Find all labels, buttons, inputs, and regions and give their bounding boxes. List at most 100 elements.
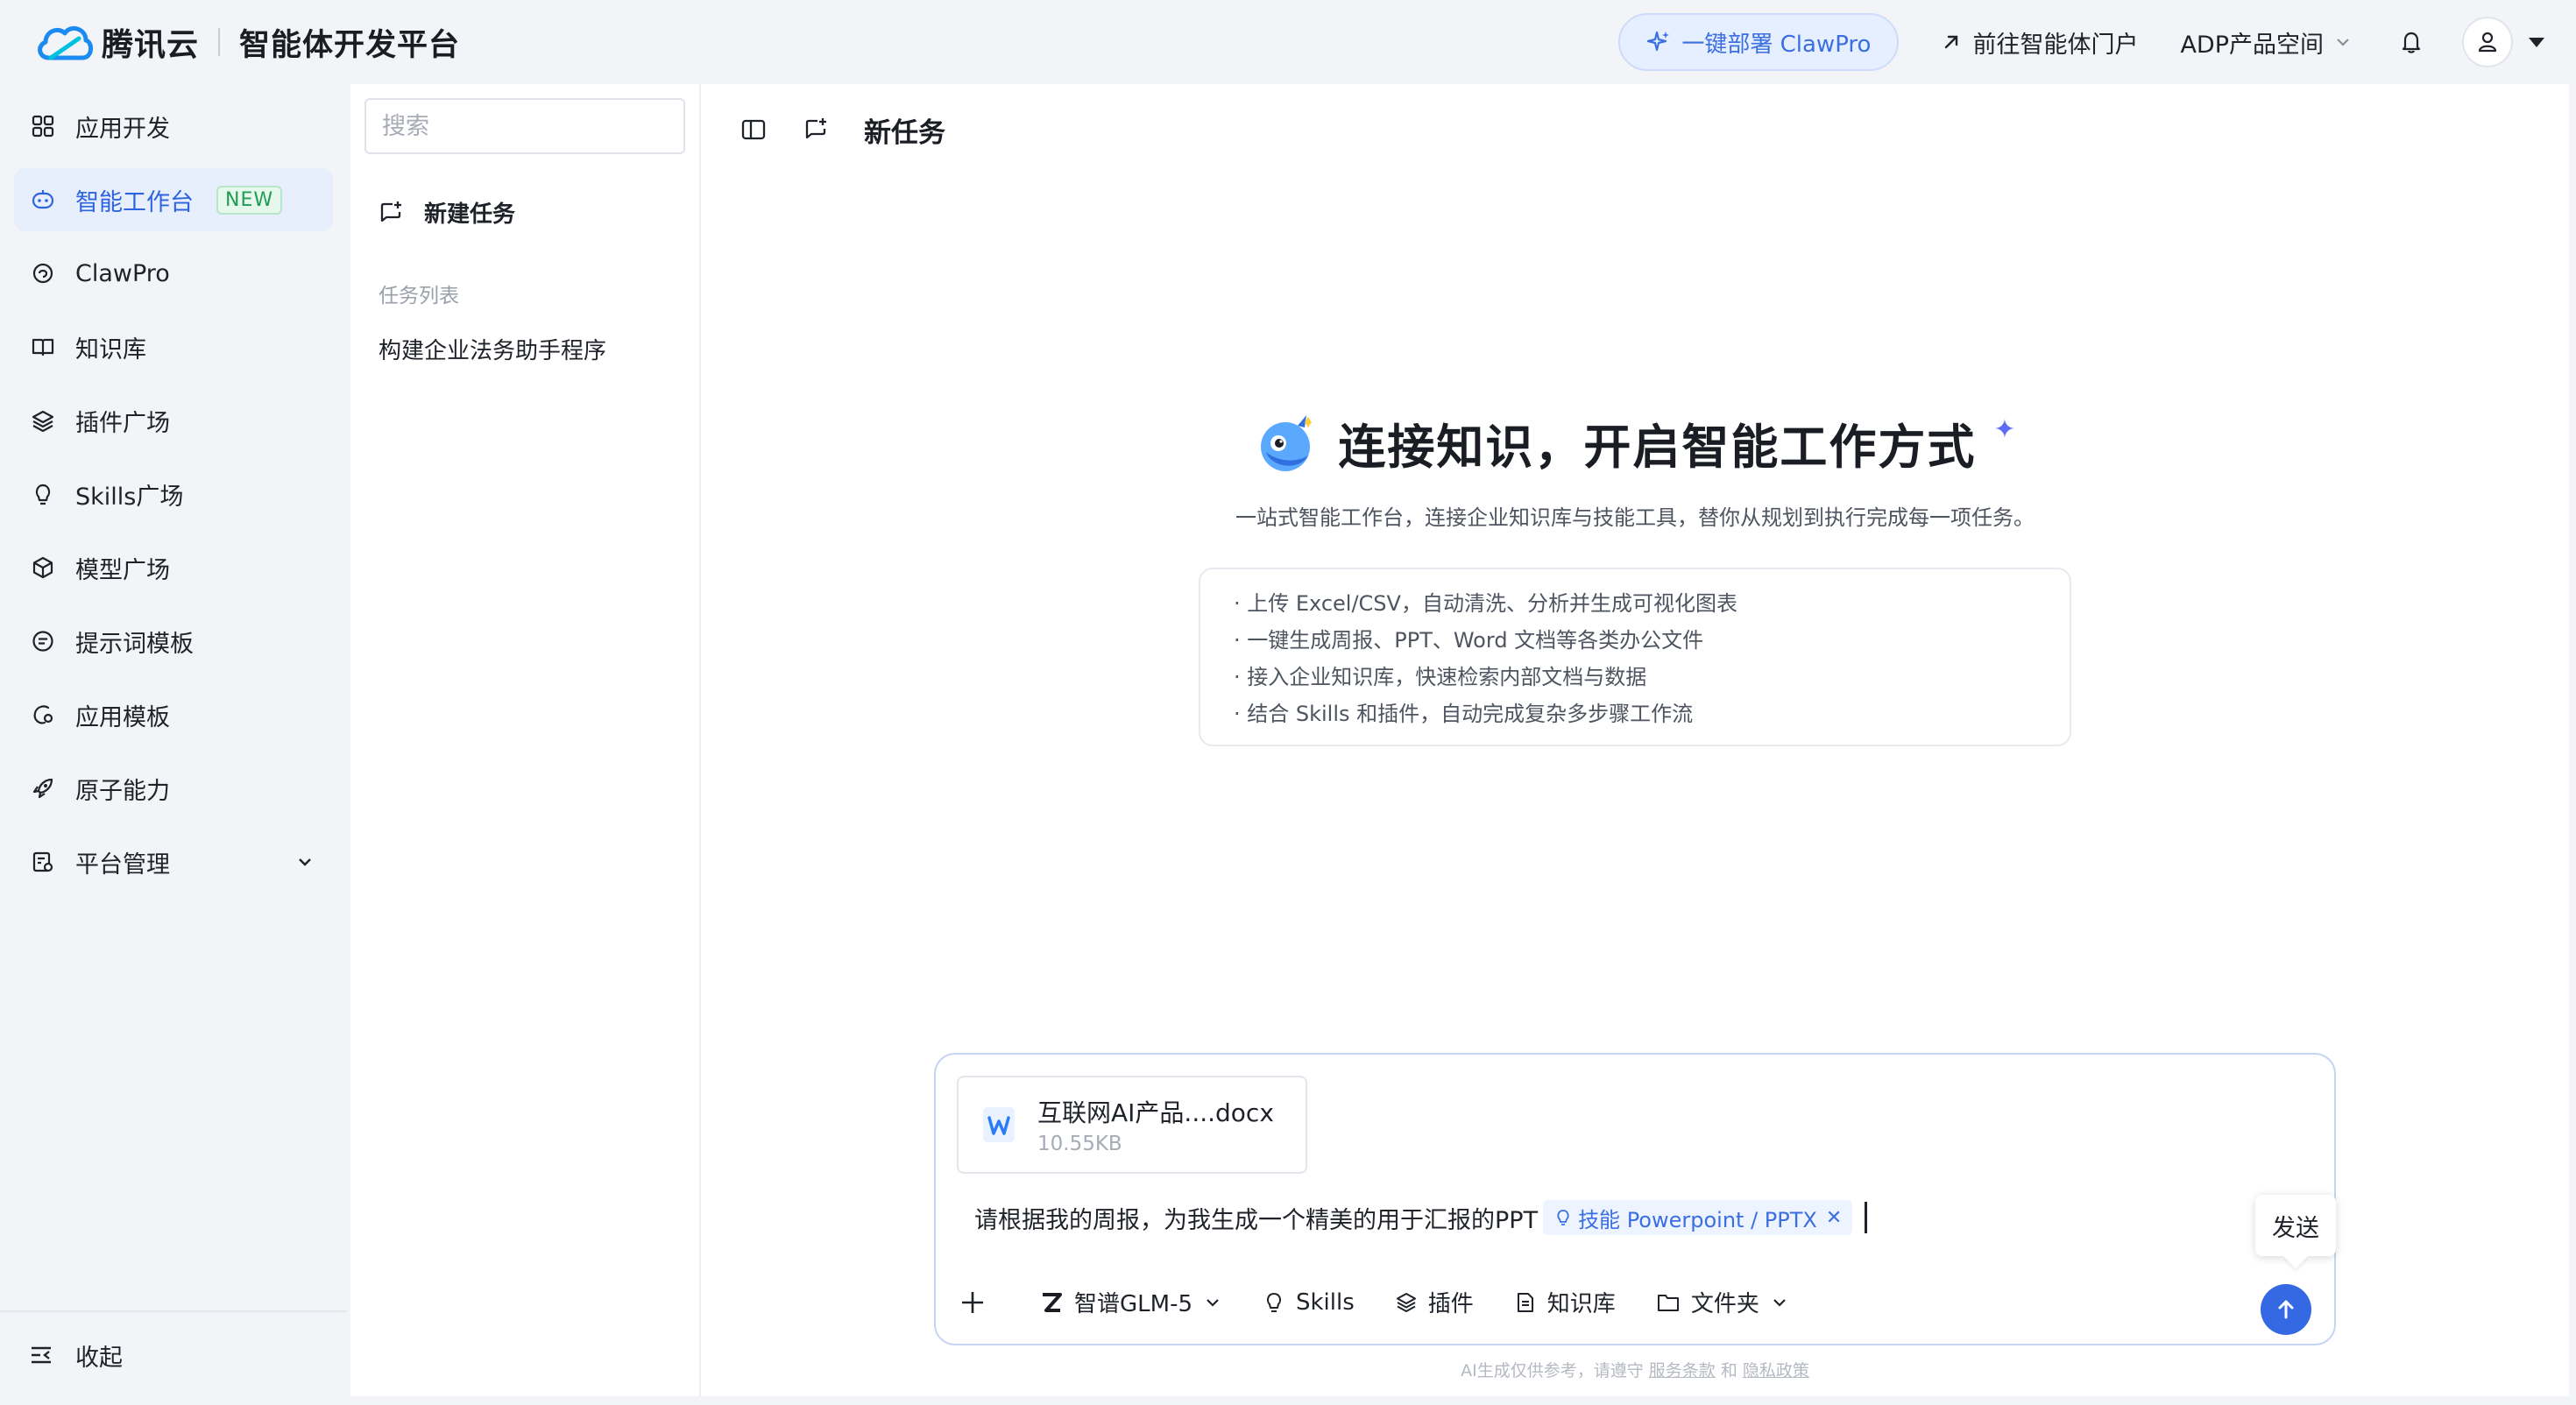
hero-subtitle: 一站式智能工作台，连接企业知识库与技能工具，替你从规划到执行完成每一项任务。	[1235, 505, 2035, 530]
new-task-icon	[805, 118, 826, 139]
nav-label: 提示词模板	[75, 630, 194, 658]
portal-link[interactable]: 前往智能体门户	[1941, 25, 2138, 60]
deploy-clawpro-button[interactable]: 一键部署 ClawPro	[1618, 13, 1900, 71]
new-task-icon	[380, 201, 401, 222]
task-list-item[interactable]: 构建企业法务助手程序	[379, 333, 606, 365]
arrow-up-icon	[2278, 1300, 2294, 1319]
chevron-down-icon	[299, 858, 311, 866]
nav-item-platform-admin[interactable]: 平台管理	[14, 830, 333, 893]
brand-name: 腾讯云	[102, 27, 200, 63]
main-area: 新任务 连接知识，开启智能工作方式 ✦ 一站式智能工作台，连接企业知识库与技能工…	[701, 84, 2569, 1396]
skills-button[interactable]: Skills	[1263, 1289, 1355, 1316]
layers-icon	[1396, 1292, 1416, 1312]
cube-icon	[30, 554, 56, 581]
feature-item: · 接入企业知识库，快速检索内部文档与数据	[1234, 665, 1647, 689]
close-icon[interactable]: ✕	[1826, 1207, 1842, 1229]
task-list-title: 任务列表	[379, 285, 459, 307]
model-selector[interactable]: 智谱GLM-5	[1039, 1286, 1222, 1318]
avatar[interactable]	[2462, 17, 2513, 67]
arrow-up-right-icon	[1945, 35, 1958, 49]
header-new-task-button[interactable]	[796, 109, 838, 151]
nav-item-skills[interactable]: Skills广场	[14, 462, 333, 526]
user-menu[interactable]	[2462, 17, 2544, 67]
caret-down-icon	[2529, 37, 2544, 47]
chevron-down-icon	[1773, 1298, 1786, 1307]
plus-icon	[962, 1291, 983, 1313]
zhipu-logo-icon	[1043, 1292, 1062, 1312]
chat-composer[interactable]: 互联网AI产品....docx 10.55KB 请根据我的周报，为我生成一个精美…	[934, 1053, 2336, 1345]
nav-item-knowledge[interactable]: 知识库	[14, 315, 333, 378]
tencent-cloud-logo-icon[interactable]	[33, 19, 95, 65]
plugins-label: 插件	[1427, 1291, 1474, 1317]
nav-label: 应用模板	[75, 703, 170, 731]
prompt-input[interactable]: 请根据我的周报，为我生成一个精美的用于汇报的PPT 技能 Powerpoint …	[974, 1200, 1868, 1235]
attachment-name: 互联网AI产品....docx	[1037, 1098, 1274, 1127]
admin-icon	[30, 849, 56, 875]
document-icon	[1517, 1292, 1533, 1312]
lightbulb-icon	[1266, 1292, 1282, 1312]
attachment-card[interactable]: 互联网AI产品....docx 10.55KB	[957, 1076, 1307, 1174]
folder-label: 文件夹	[1690, 1291, 1759, 1317]
skill-tag-label: 技能 Powerpoint / PPTX	[1578, 1207, 1817, 1232]
layers-icon	[30, 407, 56, 434]
nav-item-plugins[interactable]: 插件广场	[14, 389, 333, 452]
toggle-panel-button[interactable]	[732, 109, 775, 151]
skill-tag[interactable]: 技能 Powerpoint / PPTX ✕	[1543, 1200, 1853, 1235]
user-icon	[2478, 32, 2497, 53]
message-icon	[30, 628, 56, 654]
chevron-down-icon	[2337, 39, 2349, 46]
nav-item-atomic[interactable]: 原子能力	[14, 757, 333, 820]
nav-label: 原子能力	[75, 777, 170, 805]
prompt-text: 请根据我的周报，为我生成一个精美的用于汇报的PPT	[974, 1206, 1539, 1234]
notification-button[interactable]	[2387, 18, 2436, 67]
page-title: 新任务	[864, 116, 945, 149]
nav-label: 平台管理	[75, 851, 170, 879]
nav-label: 插件广场	[75, 409, 170, 437]
nav-item-app-templates[interactable]: 应用模板	[14, 683, 333, 746]
add-attachment-button[interactable]	[959, 1289, 987, 1317]
top-bar: 腾讯云 智能体开发平台 一键部署 ClawPro 前往智能体门户 ADP产品空间	[0, 0, 2576, 84]
platform-name: 智能体开发平台	[239, 27, 461, 63]
hero: 连接知识，开启智能工作方式 ✦ 一站式智能工作台，连接企业知识库与技能工具，替你…	[701, 408, 2569, 531]
nav-label: 模型广场	[75, 556, 170, 584]
nav-label: 智能工作台	[75, 188, 194, 216]
privacy-link[interactable]: 隐私政策	[1743, 1361, 1809, 1380]
chevron-down-icon	[1207, 1298, 1219, 1307]
send-button[interactable]	[2261, 1284, 2311, 1335]
word-file-icon	[983, 1107, 1015, 1142]
bell-icon	[2402, 32, 2421, 53]
template-icon	[30, 702, 56, 728]
task-search[interactable]	[364, 98, 685, 154]
folder-selector[interactable]: 文件夹	[1656, 1286, 1789, 1318]
nav-item-clawpro[interactable]: ClawPro	[14, 242, 333, 305]
feature-item: · 结合 Skills 和插件，自动完成复杂多步骤工作流	[1234, 702, 1694, 726]
nav-item-workbench[interactable]: 智能工作台 NEW	[14, 168, 333, 231]
sparkle-icon	[1647, 31, 1670, 52]
nav-item-app-dev[interactable]: 应用开发	[14, 95, 333, 158]
send-tooltip: 发送	[2255, 1195, 2336, 1256]
skills-label: Skills	[1296, 1289, 1355, 1316]
feature-item: · 上传 Excel/CSV，自动清洗、分析并生成可视化图表	[1234, 591, 1737, 616]
nav-label: 知识库	[75, 335, 146, 364]
rocket-icon	[30, 775, 56, 801]
robot-icon	[30, 187, 56, 213]
new-task-label: 新建任务	[424, 201, 516, 228]
plugins-button[interactable]: 插件	[1395, 1286, 1474, 1318]
search-input[interactable]	[382, 112, 682, 140]
new-badge: NEW	[216, 185, 283, 215]
new-task-button[interactable]: 新建任务	[379, 196, 515, 229]
space-label: ADP产品空间	[2180, 31, 2324, 59]
lightbulb-icon	[1557, 1210, 1569, 1225]
nav-item-models[interactable]: 模型广场	[14, 536, 333, 599]
knowledge-button[interactable]: 知识库	[1514, 1286, 1616, 1318]
brand-divider	[218, 28, 221, 56]
nav-item-prompt-templates[interactable]: 提示词模板	[14, 610, 333, 673]
space-selector[interactable]: ADP产品空间	[2180, 25, 2352, 60]
sparkle-icon: ✦	[1993, 414, 2016, 445]
disclaimer-and: 和	[1720, 1361, 1737, 1380]
mascot-icon	[1261, 414, 1313, 471]
terms-link[interactable]: 服务条款	[1649, 1361, 1716, 1380]
folder-icon	[1657, 1294, 1679, 1311]
collapse-sidebar-button[interactable]: 收起	[28, 1333, 123, 1377]
model-label: 智谱GLM-5	[1074, 1291, 1192, 1317]
